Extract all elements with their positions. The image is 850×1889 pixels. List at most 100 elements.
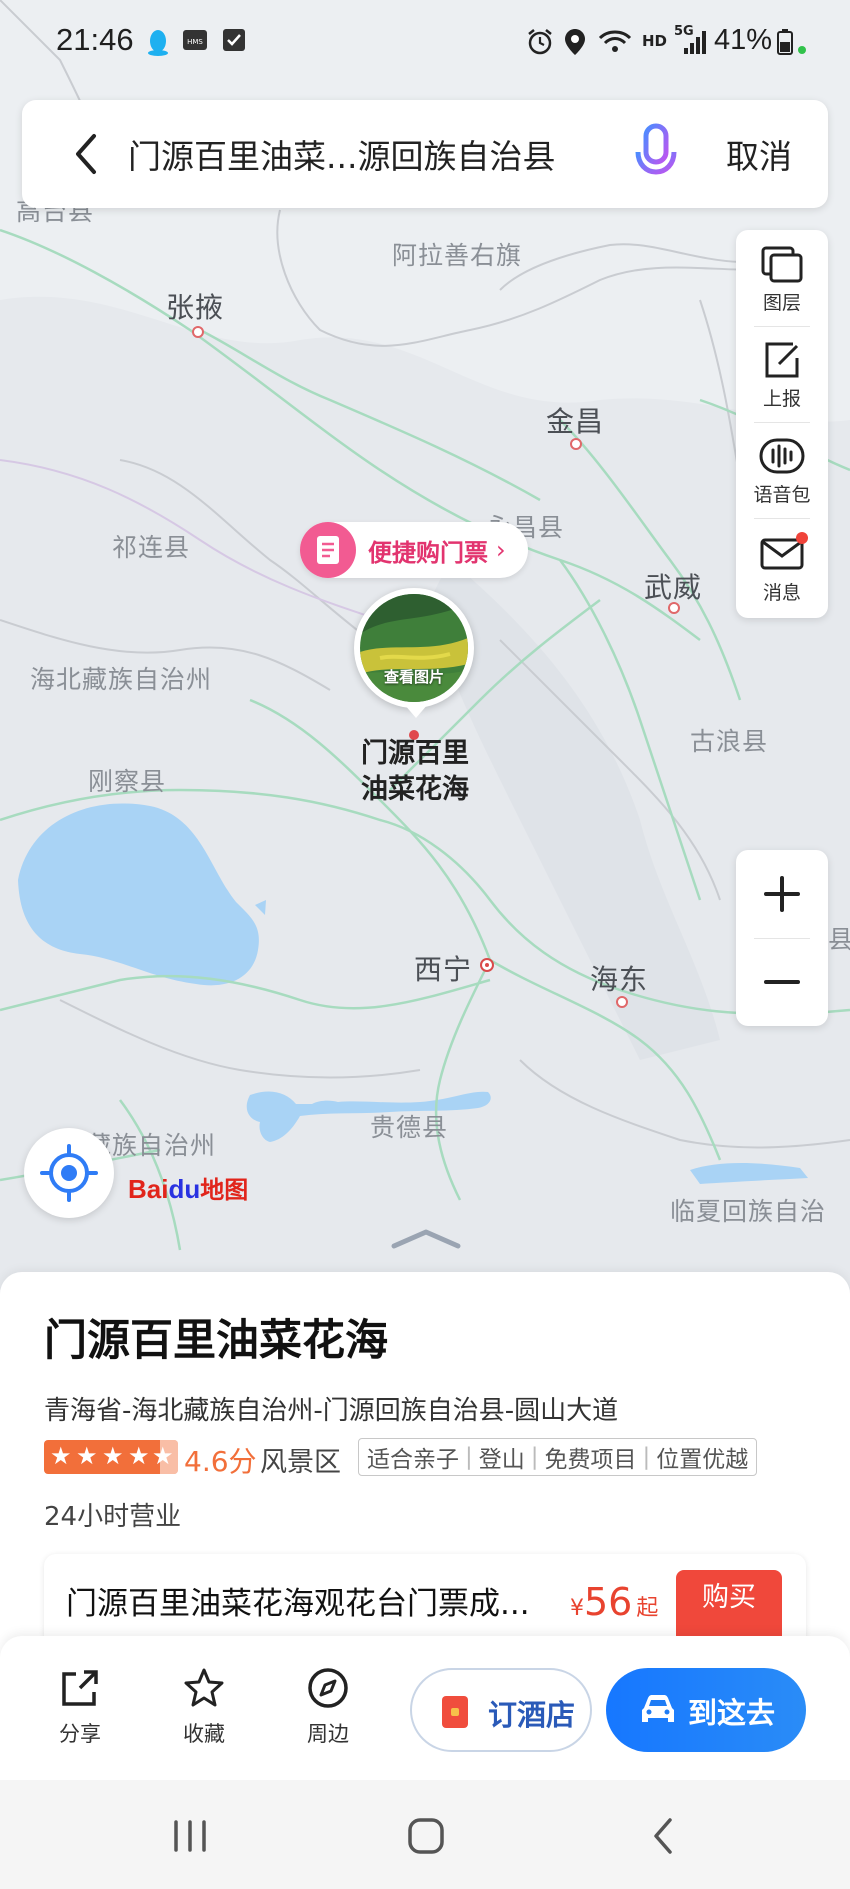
ticket-icon [300,522,356,578]
battery-percent: 41% [714,24,773,56]
unread-dot [796,532,808,544]
cancel-button[interactable]: 取消 [726,130,792,178]
map-label-guide: 贵德县 [370,1113,449,1142]
layers-icon [761,246,803,283]
report-label: 上报 [762,388,801,410]
city-dot-jinchang [570,438,582,450]
map-label-edge: 县 [828,925,850,954]
scenery-thumbnail: 查看图片 [360,594,468,702]
rating-partial [160,1440,178,1474]
place-category: 风景区 [260,1447,341,1478]
nearby-label: 周边 [307,1722,349,1746]
report-icon [765,342,799,378]
layers-label: 图层 [762,292,801,314]
message-button[interactable]: 消息 [736,520,828,616]
map-tool-panel: 图层 上报 语音包 消息 [736,230,828,618]
view-photos-pin[interactable]: 查看图片 [354,588,474,708]
quick-ticket-button[interactable]: 便捷购门票 › [300,522,528,578]
signal-icon [684,31,706,54]
city-dot-haidong [616,996,628,1008]
layers-button[interactable]: 图层 [736,230,828,326]
compass-icon [308,1668,348,1708]
poi-name-label[interactable]: 门源百里油菜花海 [350,736,480,808]
hd-indicator: HD [642,32,668,50]
city-dot-zhangye [192,326,204,338]
voice-search-button[interactable] [632,122,680,186]
home-button[interactable] [406,1816,446,1856]
zoom-in-button[interactable] [736,850,828,938]
my-location-button[interactable] [24,1128,114,1218]
sheet-expand-handle[interactable] [390,1226,462,1250]
check-notification-icon [223,29,245,51]
rating-stars: ★ ★ ★ ★ ★ [44,1440,178,1474]
chevron-right-icon: › [496,536,506,564]
feature-tags: 适合亲子 | 登山 | 免费项目 | 位置优越 [358,1438,758,1476]
hotel-icon [442,1696,468,1728]
svg-text:HMS: HMS [187,38,203,46]
share-button[interactable]: 分享 [40,1666,120,1748]
map-label-wuwei: 武威 [644,571,703,604]
go-here-label: 到这去 [688,1696,776,1730]
zoom-out-button[interactable] [736,938,828,1026]
voice-pack-label: 语音包 [753,484,811,506]
rating-score: 4.6分 [184,1445,257,1478]
search-bar[interactable]: 门源百里油菜...源回族自治县 取消 [22,100,828,208]
book-hotel-label: 订酒店 [488,1698,576,1732]
voice-pack-button[interactable]: 语音包 [736,422,828,518]
map-label-jinchang: 金昌 [546,405,605,438]
map-label-linxia: 临夏回族自治 [670,1197,827,1226]
plus-icon [764,876,800,912]
star-outline-icon [184,1668,224,1707]
quick-ticket-label: 便捷购门票 [368,538,488,567]
location-icon [565,29,585,55]
city-dot-wuwei [668,602,680,614]
battery-icon [777,29,806,55]
search-query-text[interactable]: 门源百里油菜...源回族自治县 [128,130,555,178]
recent-apps-button[interactable] [170,1818,210,1854]
book-hotel-button[interactable]: 订酒店 [410,1668,592,1752]
map-label-gangcha: 刚察县 [88,767,167,796]
star-icon: ★ [102,1442,124,1470]
city-dot-xining [480,958,494,972]
message-label: 消息 [762,582,801,604]
place-title: 门源百里油菜花海 [44,1316,388,1366]
star-icon: ★ [50,1442,72,1470]
go-here-button[interactable]: 到这去 [606,1668,806,1752]
tag: 位置优越 [656,1447,749,1473]
pin-tail [404,704,428,718]
tag: 免费项目 [544,1447,637,1473]
minus-icon [764,980,800,984]
status-time: 21:46 [56,22,134,57]
map-label-haidong: 海东 [590,963,649,996]
qq-icon [148,30,168,56]
car-icon [642,1695,674,1722]
system-back-button[interactable] [648,1816,678,1856]
tag: 适合亲子 [367,1447,459,1473]
voice-pack-icon [759,438,805,474]
system-nav-bar [0,1780,850,1889]
buy-button[interactable]: 购买 [676,1570,782,1626]
share-icon [62,1670,98,1706]
nearby-button[interactable]: 周边 [288,1666,368,1748]
opening-hours: 24小时营业 [44,1502,182,1532]
report-button[interactable]: 上报 [736,326,828,422]
crosshair-icon [40,1144,98,1202]
back-button[interactable] [64,128,108,180]
rating-row: ★ ★ ★ ★ ★ 4.6分 风景区 适合亲子| 登山| 免费项目| 位置优越 [44,1438,824,1478]
star-icon: ★ [128,1442,150,1470]
map-label-gulang: 古浪县 [690,727,769,756]
divider [754,518,810,519]
star-icon: ★ [76,1442,98,1470]
map-label-xining: 西宁 [414,953,473,986]
place-detail-sheet[interactable]: 门源百里油菜花海 青海省-海北藏族自治州-门源回族自治县-圆山大道 ★ ★ ★ … [0,1272,850,1694]
view-photos-caption: 查看图片 [383,668,444,686]
action-bar: 分享 收藏 周边 订酒店 到这去 [0,1636,850,1780]
ticket-title: 门源百里油菜花海观花台门票成... [66,1586,530,1622]
map-label-haibei: 海北藏族自治州 [30,665,213,694]
hms-icon: HMS [183,30,207,50]
favorite-button[interactable]: 收藏 [164,1666,244,1748]
favorite-label: 收藏 [183,1722,225,1746]
share-label: 分享 [59,1722,101,1746]
wifi-icon [598,30,632,52]
baidu-map-logo: Baidu地图 [128,1174,249,1204]
